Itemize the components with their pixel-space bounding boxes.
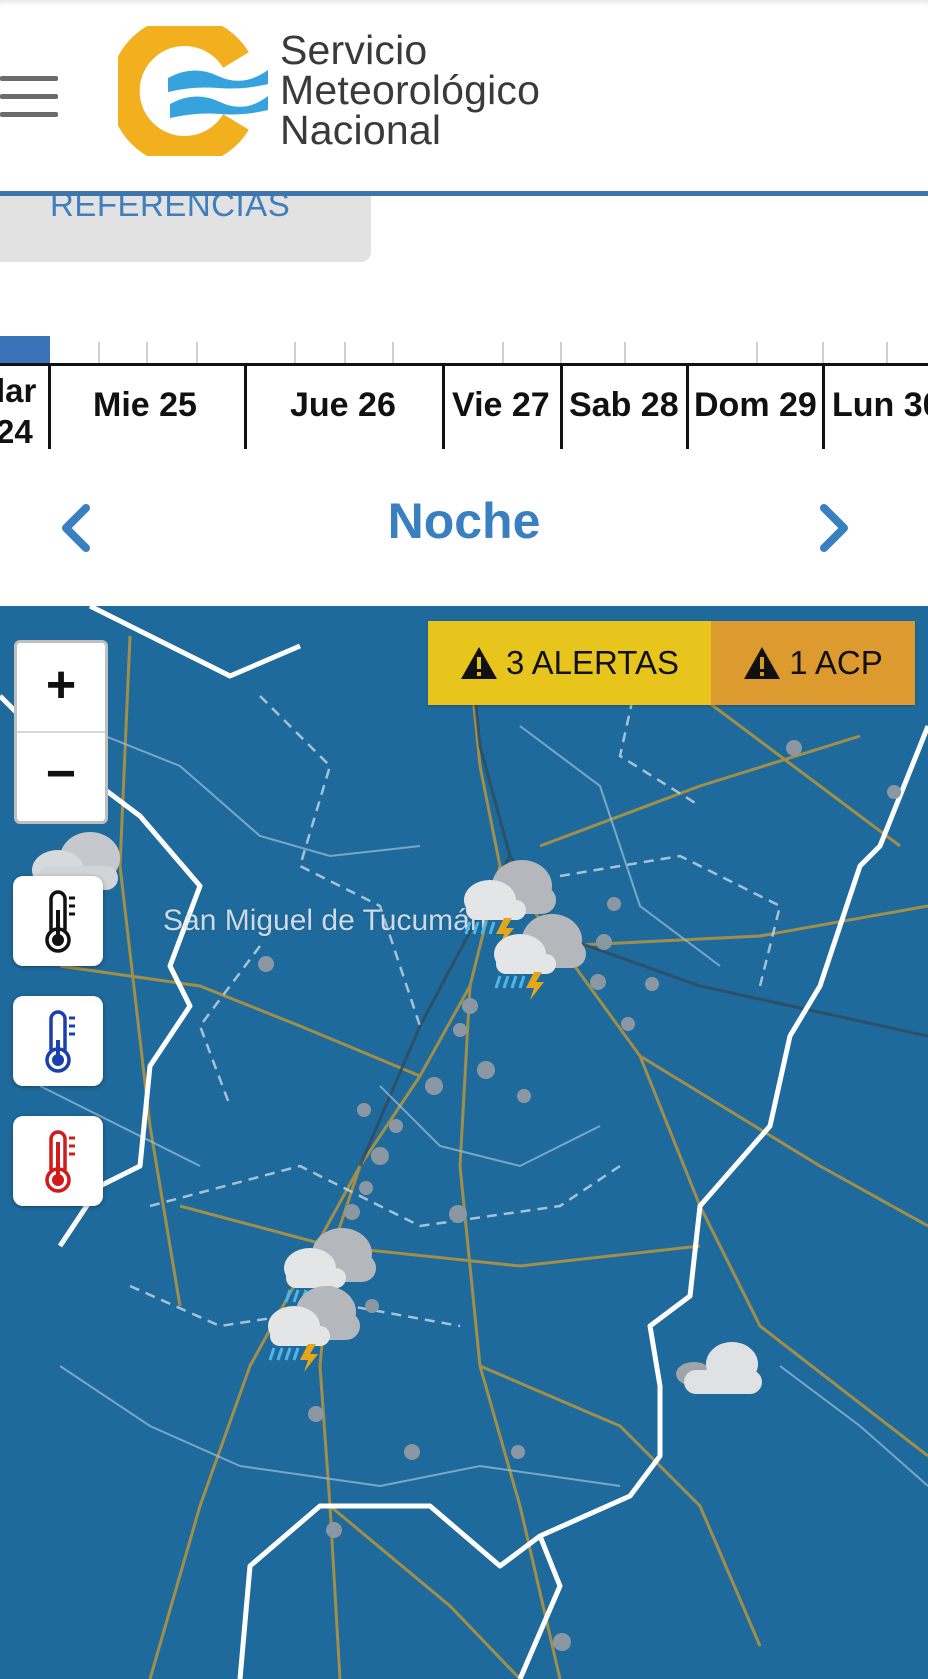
thunderstorm-icon[interactable] [260,1282,364,1377]
map-base-layer [0,606,928,1679]
day-timeline: lar 24 Mie 25 Jue 26 Vie 27 Sab 28 Dom 2… [0,336,928,456]
timeline-day-sat[interactable]: Sab 28 [569,386,679,425]
warning-icon [460,647,497,679]
smn-logo-text: Servicio Meteorológico Nacional [280,27,541,153]
alerts-bar: 3 ALERTAS 1 ACP [428,621,915,705]
timeline-day-tue[interactable]: lar 24 [0,370,36,452]
thermometer-cold-icon [45,1010,75,1073]
timeline-day-sun[interactable]: Dom 29 [694,386,817,425]
timeline-day-fri[interactable]: Vie 27 [452,386,550,425]
thermometer-hot-icon [45,1130,75,1193]
zoom-in-button[interactable]: + [17,643,105,733]
weather-map[interactable]: San Miguel de Tucumán + − 3 ALERTAS 1 AC… [0,606,928,1679]
timeline-day-wed[interactable]: Mie 25 [93,386,197,425]
alerts-label: 3 ALERTAS [505,644,680,681]
site-header: Servicio Meteorológico Nacional [0,0,928,196]
timeline-day-mon[interactable]: Lun 30 [832,386,928,425]
period-label: Noche [387,493,541,549]
min-temperature-layer-button[interactable] [13,996,103,1086]
timeline-day-thu[interactable]: Jue 26 [290,386,396,425]
timeline-progress [0,336,50,364]
zoom-control: + − [14,640,108,824]
temperature-layer-button[interactable] [13,876,103,966]
references-label: REFERENCIAS [50,196,291,223]
thermometer-icon [45,890,75,953]
smn-logo [109,16,268,166]
warning-icon [744,647,781,679]
cloudy-icon[interactable] [674,1336,768,1403]
max-temperature-layer-button[interactable] [13,1116,103,1206]
acp-label: 1 ACP [789,644,883,681]
zoom-out-button[interactable]: − [17,732,105,820]
thunderstorm-icon[interactable] [486,910,590,1005]
references-tab[interactable]: REFERENCIAS [0,196,371,262]
hamburger-menu-icon[interactable] [0,74,60,120]
alerts-button[interactable]: 3 ALERTAS [428,621,711,705]
city-label-san-miguel-de-tucuman: San Miguel de Tucumán [163,904,487,937]
acp-button[interactable]: 1 ACP [711,621,915,705]
chevron-right-icon[interactable] [808,500,858,556]
